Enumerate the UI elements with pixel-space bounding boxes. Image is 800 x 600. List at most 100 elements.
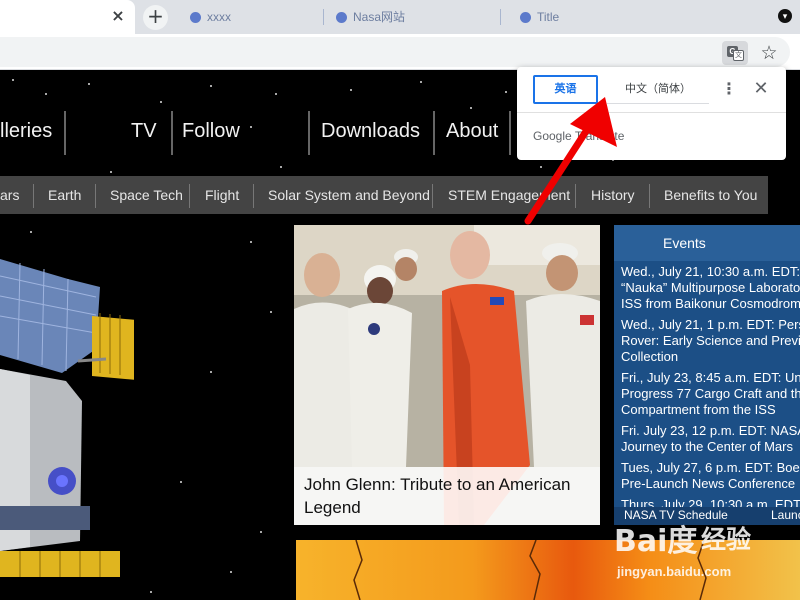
- star-dot: [110, 171, 112, 173]
- subnav-separator: [33, 184, 34, 208]
- star-dot: [30, 231, 32, 233]
- more-options-icon[interactable]: ⋮: [721, 78, 737, 100]
- event-item[interactable]: Fri. July 23, 12 p.m. EDT: NASA's Journey…: [621, 423, 800, 455]
- background-tab-label: Title: [537, 10, 560, 24]
- translate-popup: 英语 中文（简体） ⋮ ✕ Google Translate: [517, 67, 786, 160]
- subnav-item-stem[interactable]: STEM Engagement: [448, 176, 570, 214]
- event-line: Compartment from the ISS: [621, 402, 776, 417]
- events-title: Events: [614, 225, 800, 261]
- background-tab[interactable]: xxxx: [190, 6, 310, 28]
- tab-search-icon[interactable]: ▾: [778, 9, 792, 23]
- browser-toolbar: [0, 34, 800, 70]
- event-line: Journey to the Center of Mars: [621, 439, 793, 454]
- event-line: Fri. July 23, 12 p.m. EDT: NASA's: [621, 423, 800, 438]
- star-dot: [45, 93, 47, 95]
- subnav-separator: [95, 184, 96, 208]
- nav-item-about[interactable]: About: [446, 111, 498, 151]
- new-tab-button[interactable]: +: [143, 5, 168, 30]
- site-favicon-icon: [336, 12, 347, 24]
- star-dot: [540, 166, 542, 168]
- star-dot: [350, 89, 352, 91]
- event-line: Fri., July 23, 8:45 a.m. EDT: Undocking …: [621, 370, 800, 385]
- popup-divider: [517, 112, 786, 113]
- event-line: Collection: [621, 349, 679, 364]
- subnav-separator: [432, 184, 433, 208]
- event-line: Progress 77 Cargo Craft and the Pirs: [621, 386, 800, 401]
- site-favicon-icon: [190, 12, 201, 24]
- feature-card[interactable]: John Glenn: Tribute to an American Legen…: [294, 225, 600, 525]
- star-dot: [12, 79, 14, 81]
- background-tab-label: xxxx: [207, 10, 231, 24]
- star-dot: [210, 371, 212, 373]
- translate-icon[interactable]: G 文: [722, 41, 748, 65]
- nav-separator: [64, 111, 66, 155]
- star-dot: [270, 311, 272, 313]
- events-footer: NASA TV Schedule Launch: [614, 507, 800, 525]
- event-line: Pre-Launch News Conference: [621, 476, 796, 491]
- subnav-separator: [649, 184, 650, 208]
- subnav-item-solar-system[interactable]: Solar System and Beyond: [268, 176, 430, 214]
- nav-separator: [308, 111, 310, 155]
- sun-image[interactable]: [296, 540, 800, 600]
- nav-item-downloads[interactable]: Downloads: [321, 111, 420, 151]
- nav-separator: [171, 111, 173, 155]
- active-tab[interactable]: ×: [0, 0, 135, 34]
- background-tab[interactable]: Nasa网站: [336, 6, 476, 28]
- subnav-separator: [253, 184, 254, 208]
- event-item[interactable]: Tues, July 27, 6 p.m. EDT: Boeing OFT-2P…: [621, 460, 800, 492]
- subnav-separator: [575, 184, 576, 208]
- event-line: Tues, July 27, 6 p.m. EDT: Boeing OFT-2: [621, 460, 800, 475]
- event-line: Wed., July 21, 1 p.m. EDT: Perseverance: [621, 317, 800, 332]
- feature-caption[interactable]: John Glenn: Tribute to an American Legen…: [304, 473, 594, 519]
- event-item[interactable]: Wed., July 21, 1 p.m. EDT: PerseveranceR…: [621, 317, 800, 365]
- star-dot: [150, 591, 152, 593]
- hubble-telescope-image[interactable]: [0, 251, 140, 600]
- source-language-button[interactable]: 英语: [533, 75, 598, 104]
- subnav-item-benefits[interactable]: Benefits to You: [664, 176, 757, 214]
- star-dot: [180, 481, 182, 483]
- sub-navigation: ars Earth Space Tech Flight Solar System…: [0, 176, 768, 214]
- event-line: ISS from Baikonur Cosmodrome: [621, 296, 800, 311]
- close-icon[interactable]: ✕: [750, 78, 772, 100]
- nav-item-tv[interactable]: TV: [131, 111, 157, 151]
- address-bar[interactable]: [0, 37, 790, 67]
- nasa-tv-schedule-link[interactable]: NASA TV Schedule: [624, 508, 728, 522]
- google-translate-label: Google Translate: [533, 129, 625, 143]
- tab-separator: [323, 9, 324, 25]
- star-dot: [230, 571, 232, 573]
- subnav-item-space-tech[interactable]: Space Tech: [110, 176, 183, 214]
- subnav-item-earth[interactable]: Earth: [48, 176, 81, 214]
- event-line: “Nauka” Multipurpose Laboratory to the: [621, 280, 800, 295]
- star-dot: [280, 166, 282, 168]
- site-favicon-icon: [520, 12, 531, 24]
- star-dot: [275, 93, 277, 95]
- star-dot: [505, 91, 507, 93]
- event-line: Wed., July 21, 10:30 a.m. EDT: Launch of: [621, 264, 800, 279]
- subnav-item-stars[interactable]: ars: [0, 176, 19, 214]
- star-dot: [250, 126, 252, 128]
- star-dot: [250, 241, 252, 243]
- nav-separator: [433, 111, 435, 155]
- event-line: Rover: Early Science and Preview: [621, 333, 800, 348]
- subnav-separator: [189, 184, 190, 208]
- subnav-item-history[interactable]: History: [591, 176, 635, 214]
- nav-item-galleries[interactable]: lleries: [0, 111, 52, 151]
- event-item[interactable]: Fri., July 23, 8:45 a.m. EDT: Undocking …: [621, 370, 800, 418]
- bookmark-star-icon[interactable]: ☆: [756, 40, 782, 66]
- tab-separator: [500, 9, 501, 25]
- events-panel: Events Wed., July 21, 10:30 a.m. EDT: La…: [614, 225, 800, 525]
- nav-separator: [509, 111, 511, 155]
- background-tab[interactable]: Title: [520, 6, 600, 28]
- background-tab-label: Nasa网站: [353, 10, 406, 24]
- star-dot: [420, 81, 422, 83]
- nav-item-follow[interactable]: Follow: [182, 111, 240, 151]
- subnav-item-flight[interactable]: Flight: [205, 176, 239, 214]
- close-tab-icon[interactable]: ×: [108, 6, 128, 26]
- launch-schedule-link[interactable]: Launch: [771, 508, 800, 522]
- sun-texture: [353, 540, 707, 600]
- target-language-button[interactable]: 中文（简体）: [607, 75, 709, 104]
- star-dot: [160, 101, 162, 103]
- events-list: Wed., July 21, 10:30 a.m. EDT: Launch of…: [621, 264, 800, 518]
- star-dot: [470, 107, 472, 109]
- event-item[interactable]: Wed., July 21, 10:30 a.m. EDT: Launch of…: [621, 264, 800, 312]
